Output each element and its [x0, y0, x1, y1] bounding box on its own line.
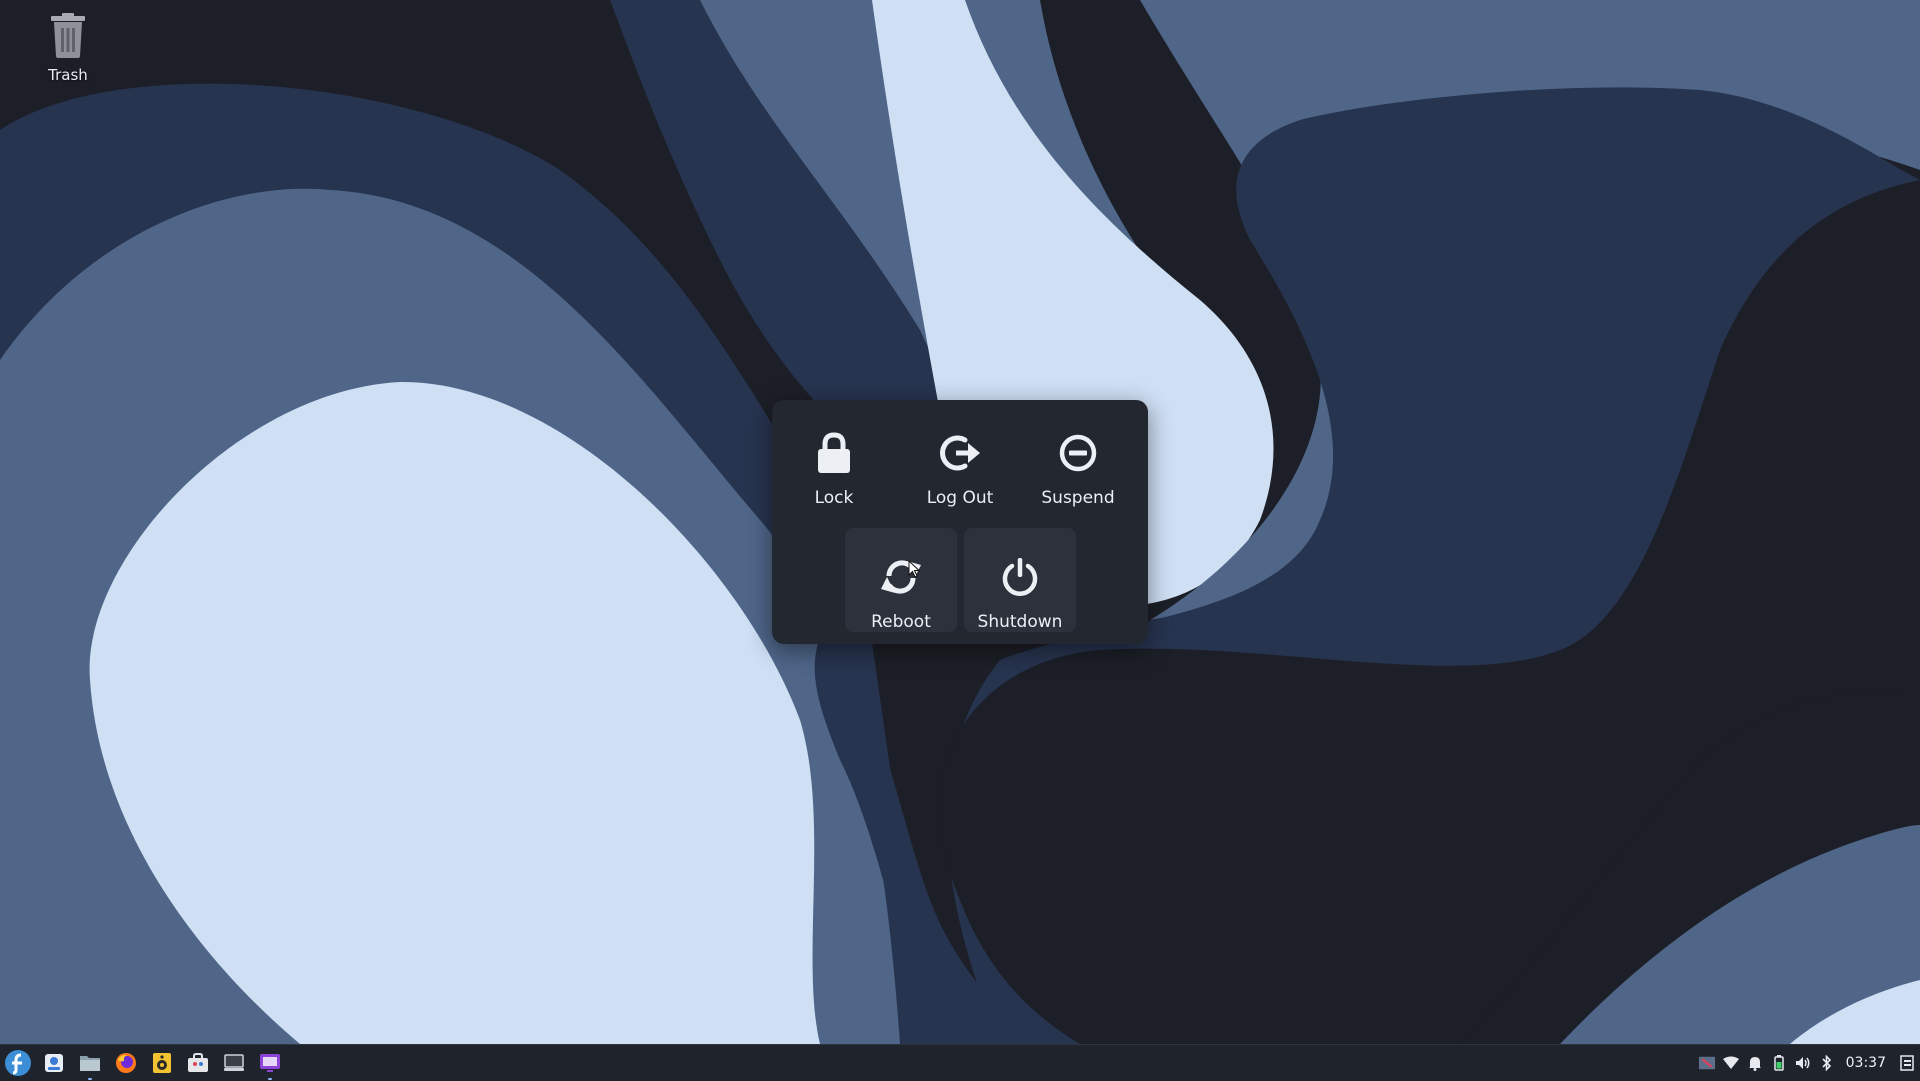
mouse-cursor-icon	[908, 560, 920, 578]
tray-bluetooth[interactable]	[1818, 1054, 1836, 1072]
notification-bell-icon	[1748, 1057, 1761, 1071]
fedora-logo-icon	[5, 1050, 31, 1076]
flag-icon	[1698, 1056, 1715, 1070]
audio-player-icon	[153, 1053, 171, 1073]
suspend-icon	[1059, 434, 1097, 472]
power-icon	[1002, 558, 1038, 596]
taskbar-clock[interactable]: 03:37	[1846, 1055, 1886, 1071]
firefox-icon	[116, 1053, 136, 1073]
taskbar-app-screenshot-tool[interactable]	[252, 1045, 288, 1081]
wifi-icon	[1722, 1056, 1739, 1069]
taskbar-app-system-settings[interactable]	[36, 1045, 72, 1081]
logout-button[interactable]: Log Out	[904, 404, 1016, 508]
show-desktop-icon	[1900, 1055, 1914, 1071]
tray-battery[interactable]	[1770, 1054, 1788, 1072]
volume-icon	[1795, 1057, 1810, 1069]
desktop-icon-label: Trash	[48, 66, 88, 84]
shutdown-button[interactable]: Shutdown	[964, 528, 1076, 632]
logout-icon	[940, 435, 980, 471]
taskbar-app-audio-player[interactable]	[144, 1045, 180, 1081]
tray-flag[interactable]	[1698, 1054, 1716, 1072]
reboot-label: Reboot	[871, 612, 931, 632]
tray-network[interactable]	[1722, 1054, 1740, 1072]
suspend-button[interactable]: Suspend	[1022, 404, 1134, 508]
desktop-icon-trash[interactable]: Trash	[30, 12, 106, 84]
lock-label: Lock	[814, 488, 854, 508]
terminal-icon	[224, 1054, 244, 1071]
application-launcher-button[interactable]	[0, 1045, 36, 1081]
system-settings-icon	[45, 1054, 63, 1072]
taskbar-app-file-manager[interactable]	[72, 1045, 108, 1081]
shutdown-label: Shutdown	[977, 612, 1063, 632]
show-desktop-button[interactable]	[1898, 1054, 1916, 1072]
logout-label: Log Out	[926, 488, 994, 508]
battery-icon	[1773, 1055, 1784, 1071]
file-manager-icon	[80, 1056, 100, 1071]
reboot-button[interactable]: Reboot	[845, 528, 957, 632]
taskbar: 03:37	[0, 1044, 1920, 1081]
suspend-label: Suspend	[1041, 488, 1115, 508]
bluetooth-icon	[1822, 1055, 1831, 1071]
tray-volume[interactable]	[1794, 1054, 1812, 1072]
screenshot-tool-icon	[260, 1054, 280, 1072]
taskbar-app-firefox[interactable]	[108, 1045, 144, 1081]
tray-notifications[interactable]	[1746, 1054, 1764, 1072]
lock-icon	[818, 432, 850, 473]
power-options-dialog: Lock Log Out Suspend Reboot Shutdown	[772, 400, 1148, 644]
lock-button[interactable]: Lock	[778, 404, 890, 508]
software-store-icon	[188, 1053, 208, 1072]
taskbar-app-terminal[interactable]	[216, 1045, 252, 1081]
taskbar-app-software-store[interactable]	[180, 1045, 216, 1081]
trash-icon	[51, 13, 85, 58]
system-tray: 03:37	[1698, 1045, 1920, 1081]
